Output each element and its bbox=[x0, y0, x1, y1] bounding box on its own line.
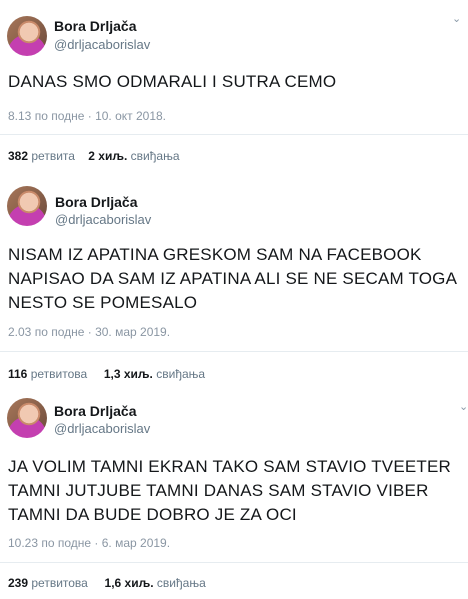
tweet-stats: 239 ретвитова 1,6 хиљ. свиђања bbox=[8, 576, 206, 590]
tweet-text: JA VOLIM TAMNI EKRAN TAKO SAM STAVIO TVE… bbox=[8, 457, 452, 524]
author-name[interactable]: Bora Drljača bbox=[54, 403, 136, 419]
divider bbox=[0, 562, 468, 563]
like-count[interactable]: 1,6 хиљ. bbox=[105, 576, 154, 590]
chevron-down-icon[interactable]: ⌄ bbox=[459, 402, 468, 413]
tweet-timestamp[interactable]: 10.23 по подне · 6. мар 2019. bbox=[8, 536, 170, 550]
author-handle[interactable]: @drljacaborislav bbox=[54, 421, 150, 436]
retweet-count[interactable]: 239 bbox=[8, 576, 28, 590]
retweet-label[interactable]: ретвитова bbox=[31, 576, 87, 590]
tweet-3: Bora Drljača @drljacaborislav ⌄ JA VOLIM… bbox=[0, 0, 468, 599]
avatar[interactable] bbox=[7, 398, 47, 438]
like-label[interactable]: свиђања bbox=[157, 576, 206, 590]
